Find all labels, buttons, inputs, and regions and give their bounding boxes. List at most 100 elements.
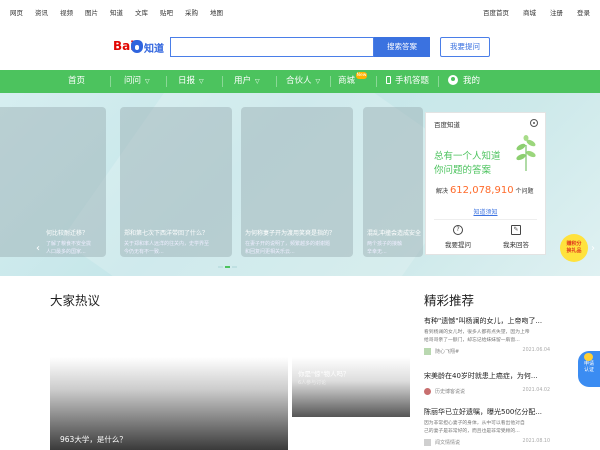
recommend-heading: 精彩推荐: [424, 293, 475, 308]
nav-wenwen[interactable]: 问问 ▽: [124, 70, 150, 93]
logo-zhidao-text: 知道: [144, 44, 164, 55]
nav-mall[interactable]: 商城: [338, 70, 355, 93]
login-link[interactable]: 登录: [577, 7, 590, 17]
top-link-mall[interactable]: 商城: [523, 7, 536, 17]
banner-card-desc-line: 今仍无有不一致...: [124, 249, 164, 255]
promo-line1: 赚积分: [566, 241, 582, 247]
hot-small-card[interactable]: 你是"惊"物人吗？ 6人参与讨论: [292, 357, 410, 417]
nav-separator: [166, 76, 167, 87]
top-link-video[interactable]: 视频: [60, 7, 73, 17]
nav-daily-label: 日报: [178, 76, 196, 86]
carousel-dot-active[interactable]: [225, 266, 230, 268]
banner-card[interactable]: 何比较耐迁移？ 了解了粮食不安全拢 人口最多的国家...: [0, 107, 106, 257]
nav-separator: [438, 76, 439, 87]
new-badge: New: [356, 72, 367, 79]
panel-answer-label: 我来回答: [503, 241, 529, 249]
recommend-meta: 闻文情情说 2021.08.10: [424, 439, 550, 447]
recommend-author[interactable]: 闻文情情说: [435, 439, 460, 446]
earn-points-promo[interactable]: 赚积分 换礼品: [560, 234, 588, 262]
recommend-desc-line: 看到杨澜的女儿时，很多人都有点失望，因为上帝: [424, 330, 530, 335]
zhidao-panel: 百度知道 总有一个人知道 你问题的答案 解决 612,078,910 个问题 知…: [425, 112, 546, 255]
carousel-dot[interactable]: [218, 266, 223, 268]
banner-card-desc-line: 了解了粮食不安全拢: [46, 241, 92, 247]
avatar: [424, 388, 431, 395]
recommend-meta: 随心飞翔# 2021.06.04: [424, 348, 550, 356]
gear-icon[interactable]: [530, 119, 538, 127]
nav-mobile-answer[interactable]: 手机答题: [386, 70, 429, 93]
solved-count: 解决 612,078,910 个问题: [436, 185, 534, 196]
recommend-item[interactable]: 宋美龄在40岁时就患上癌症，为何... 历史博客说说 2021.04.02: [424, 371, 550, 396]
avatar: [424, 348, 431, 355]
hot-discussion-heading: 大家热议: [50, 293, 101, 308]
recommend-date: 2021.08.10: [522, 439, 550, 444]
banner-card[interactable]: 混乱冲撞会造成安全 两个孩子的接触 辛幸无...: [363, 107, 423, 257]
banner-card-desc-line: 关于郑和率人远洋的往关内，史学界至: [124, 241, 210, 247]
phone-icon: [386, 76, 391, 84]
main-nav: 首页 问问 ▽ 日报 ▽ 用户 ▽ 合伙人 ▽ 商城 New 手机答题 我的: [0, 70, 600, 93]
nav-users-label: 用户: [234, 76, 252, 86]
register-link[interactable]: 注册: [550, 7, 563, 17]
hot-big-card[interactable]: 963大学，是什么？: [50, 357, 288, 450]
user-icon: [448, 75, 458, 85]
apply-certification-badge[interactable]: 申请 认证: [578, 351, 600, 387]
nav-mine[interactable]: 我的: [448, 70, 480, 93]
recommend-title: 宋美龄在40岁时就患上癌症，为何...: [424, 372, 538, 380]
recommend-desc-line: 给哥哥亲了一额门，却忘记给妹妹留一扇窗...: [424, 338, 520, 343]
top-link-web[interactable]: 网页: [10, 7, 23, 17]
search-answer-button[interactable]: 搜索答案: [374, 37, 430, 57]
carousel-prev-icon[interactable]: ‹: [36, 243, 40, 254]
top-link-wenku[interactable]: 文库: [135, 7, 148, 17]
banner-card-title: 混乱冲撞会造成安全: [367, 230, 422, 237]
nav-partner-label: 合伙人: [286, 76, 312, 86]
banner-card-desc: 两个孩子的接触 辛幸无...: [367, 240, 402, 256]
panel-answer-button[interactable]: ✎ 我来回答: [496, 225, 536, 249]
top-link-baidu-home[interactable]: 百度首页: [483, 7, 509, 17]
banner-card-title: 郑和第七次下西洋带回了什么？: [124, 230, 209, 237]
panel-header: 百度知道: [434, 121, 460, 129]
nav-home[interactable]: 首页: [68, 70, 85, 93]
search-input[interactable]: [170, 37, 374, 57]
panel-slogan-line1: 总有一个人知道: [434, 151, 501, 162]
zhidao-guide-link[interactable]: 知道须知: [426, 207, 545, 216]
top-link-zhidao[interactable]: 知道: [110, 7, 123, 17]
panel-ask-label: 我要提问: [445, 241, 471, 249]
recommend-meta: 历史博客说说 2021.04.02: [424, 388, 550, 396]
carousel-next-icon[interactable]: ›: [591, 243, 595, 254]
top-link-news[interactable]: 资讯: [35, 7, 48, 17]
top-link-images[interactable]: 图片: [85, 7, 98, 17]
hot-small-title: 你是"惊"物人吗？: [298, 370, 350, 378]
nav-separator: [110, 76, 111, 87]
panel-ask-button[interactable]: ? 我要提问: [438, 225, 478, 249]
top-link-map[interactable]: 地图: [210, 7, 223, 17]
recommend-title: 有种"遗憾"叫杨澜的女儿，上帝吻了...: [424, 317, 543, 325]
nav-daily[interactable]: 日报 ▽: [178, 70, 204, 93]
solved-prefix: 解决: [436, 188, 449, 195]
question-icon: ?: [453, 225, 463, 235]
recommend-date: 2021.04.02: [522, 388, 550, 393]
nav-wenwen-label: 问问: [124, 76, 142, 86]
top-link-tieba[interactable]: 贴吧: [160, 7, 173, 17]
apply-line2: 认证: [583, 367, 594, 373]
banner-card[interactable]: 郑和第七次下西洋带回了什么？ 关于郑和率人远洋的往关内，史学界至 今仍无有不一致.…: [120, 107, 232, 257]
recommend-desc: 因为非常担心妻子的身体，从中可以看出他对自 己的妻子是非常好的，而且也是非常受顾…: [424, 420, 550, 436]
recommend-author[interactable]: 随心飞翔#: [435, 348, 459, 355]
avatar: [424, 439, 431, 446]
recommend-item[interactable]: 陈丽华已立好遗嘱，曝光500亿分配... 因为非常担心妻子的身体，从中可以看出他…: [424, 407, 550, 447]
panel-divider: [434, 219, 537, 220]
top-link-caigou[interactable]: 采购: [185, 7, 198, 17]
pencil-icon: ✎: [511, 225, 521, 235]
top-bar: 网页 资讯 视频 图片 知道 文库 贴吧 采购 地图 百度首页 商城 注册 登录: [0, 0, 600, 22]
nav-mall-label: 商城: [338, 76, 356, 86]
banner-card-desc-line: 人口最多的国家...: [46, 249, 86, 255]
chevron-down-icon: ▽: [255, 78, 260, 85]
nav-users[interactable]: 用户 ▽: [234, 70, 260, 93]
baidu-zhidao-logo[interactable]: Bai 知道: [113, 39, 169, 55]
recommend-author[interactable]: 历史博客说说: [435, 388, 465, 395]
recommend-item[interactable]: 有种"遗憾"叫杨澜的女儿，上帝吻了... 看到杨澜的女儿时，很多人都有点失望，因…: [424, 316, 550, 356]
hot-small-subtitle: 6人参与讨论: [298, 380, 327, 386]
nav-partner[interactable]: 合伙人 ▽: [286, 70, 320, 93]
ask-question-button[interactable]: 我要提问: [440, 37, 490, 57]
banner-card[interactable]: 为何称妻子开为渡用笑爽是指的？ 在妻子开的说明了，频繁越多的谢谢题 和回复问更相关…: [241, 107, 353, 257]
carousel-dot[interactable]: [232, 266, 237, 268]
nav-separator: [222, 76, 223, 87]
